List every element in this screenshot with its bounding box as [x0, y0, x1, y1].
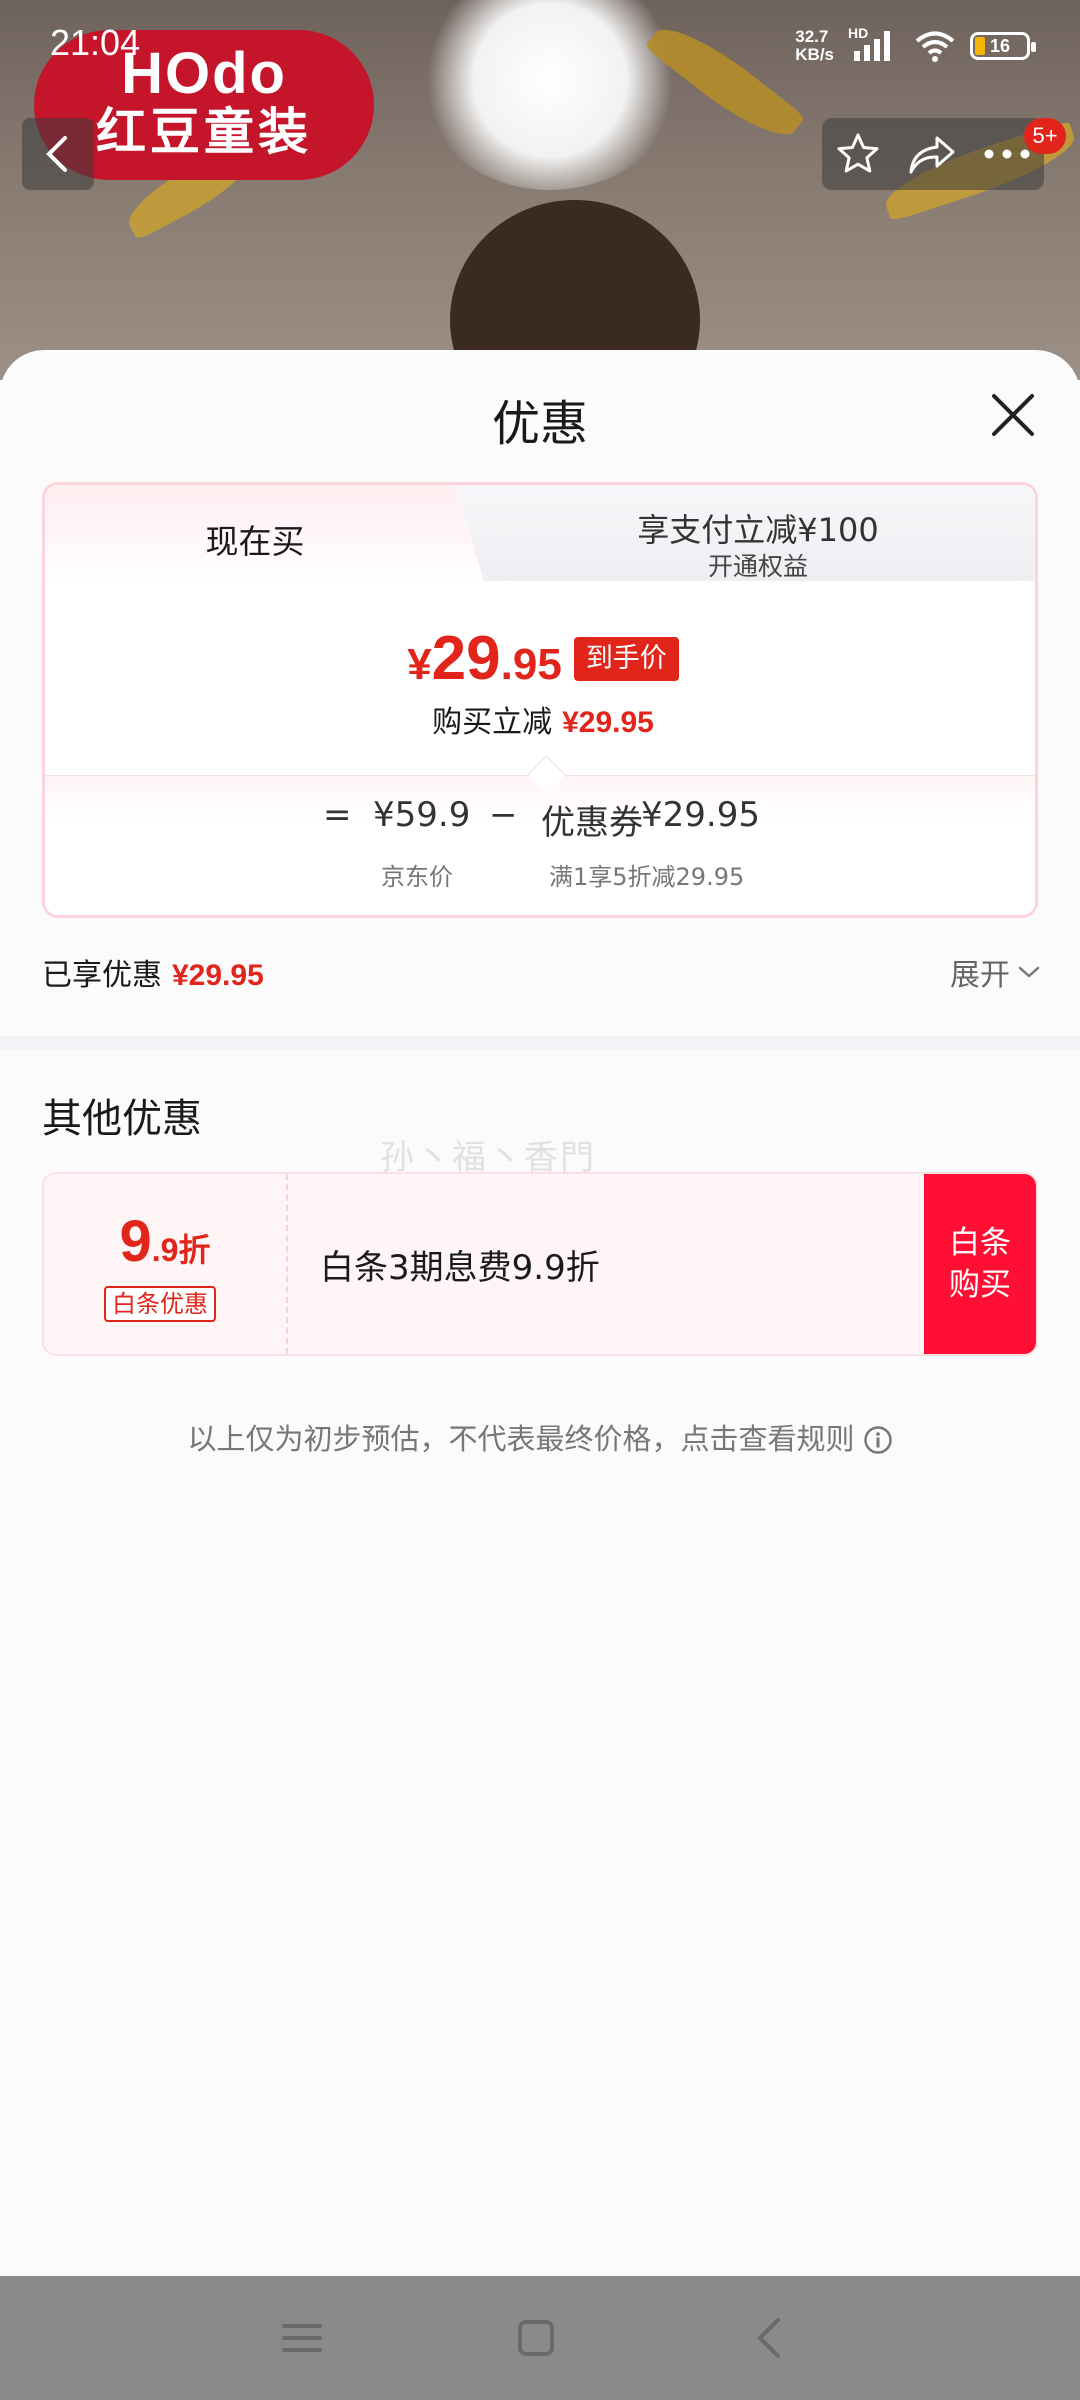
calc-minus: −	[489, 795, 518, 835]
net-speed-value: 32.7	[795, 27, 829, 46]
coupon-rate-small: .9折	[151, 1232, 211, 1268]
coupon-rate: 9.9折	[44, 1208, 286, 1275]
baitiao-buy-label: 白条购买	[949, 1225, 1011, 1303]
back-button[interactable]	[22, 118, 94, 190]
star-icon[interactable]	[835, 131, 881, 177]
calc-equals: =	[323, 795, 352, 835]
coupon-tag: 白条优惠	[104, 1286, 216, 1322]
final-price-decimal: .95	[500, 640, 562, 689]
final-price: ¥29.95	[407, 624, 562, 693]
jd-price-label: 京东价	[381, 863, 453, 891]
battery-level: 16	[989, 36, 1011, 56]
status-icons: 32.7 KB/s HD 16	[795, 25, 1036, 64]
info-icon	[863, 1426, 892, 1454]
final-price-row: ¥29.95 到手价	[45, 623, 1035, 694]
expand-label: 展开	[950, 958, 1010, 993]
enjoyed-discount: 已享优惠 ¥29.95	[42, 950, 264, 994]
discount-sheet: 优惠 享支付立减¥100 开通权益 现在买 ¥29.95 到手价 购买立减 ¥29.…	[0, 350, 1080, 2275]
wifi-icon	[915, 31, 955, 62]
disclaimer[interactable]: 以上仅为初步预估，不代表最终价格，点击查看规则	[0, 1416, 1080, 1458]
coupon-rate-big: 9	[119, 1209, 152, 1274]
enjoyed-label: 已享优惠	[42, 958, 162, 993]
home-icon[interactable]	[514, 2316, 558, 2360]
jd-price: ¥59.9	[373, 795, 471, 835]
chevron-down-icon	[1018, 966, 1040, 978]
reduce-row: 购买立减 ¥29.95	[45, 697, 1035, 741]
reduce-amount: ¥29.95	[562, 706, 654, 739]
coupon-rule: 满1享5折减29.95	[549, 863, 745, 891]
battery-icon: 16	[970, 32, 1036, 60]
price-card: 享支付立减¥100 开通权益 现在买 ¥29.95 到手价 购买立减 ¥29.95 …	[42, 482, 1038, 918]
status-bar: 21:04 32.7 KB/s HD 16	[0, 0, 1080, 100]
other-discounts-title: 其他优惠	[42, 1096, 202, 1142]
expand-button[interactable]: 展开	[950, 950, 1040, 994]
system-nav-bar	[0, 2276, 1080, 2400]
coupon-label: 优惠券	[541, 803, 643, 843]
close-icon[interactable]	[988, 390, 1038, 440]
share-icon[interactable]	[907, 132, 957, 176]
coupon-description: 白条3期息费9.9折	[320, 1248, 600, 1288]
menu-icon[interactable]	[280, 2316, 324, 2360]
final-price-tag: 到手价	[573, 637, 679, 681]
tab-pay-discount-sub: 开通权益	[707, 552, 808, 581]
signal-icon: HD	[848, 25, 900, 63]
enjoyed-amount: ¥29.95	[172, 959, 264, 992]
net-speed: 32.7 KB/s	[795, 28, 834, 64]
baitiao-buy-button[interactable]: 白条购买	[924, 1174, 1036, 1354]
baitiao-coupon-card: 9.9折 白条优惠 白条3期息费9.9折 白条购买	[42, 1172, 1038, 1356]
net-speed-unit: KB/s	[795, 45, 834, 64]
status-time: 21:04	[50, 22, 141, 63]
more-icon[interactable]	[983, 147, 1031, 161]
final-price-integer: 29	[431, 624, 501, 693]
tab-pay-discount-label: 享支付立减¥100	[637, 511, 879, 549]
back-nav-icon[interactable]	[748, 2316, 792, 2360]
top-actions	[822, 118, 1044, 190]
reduce-label: 购买立减	[432, 705, 553, 740]
final-price-yen: ¥	[407, 640, 432, 689]
sheet-title: 优惠	[491, 396, 588, 452]
section-divider	[0, 1036, 1080, 1050]
coupon-value: ¥29.95	[641, 795, 760, 835]
message-badge: 5+	[1024, 118, 1066, 154]
disclaimer-text: 以上仅为初步预估，不代表最终价格，点击查看规则	[187, 1422, 855, 1456]
tab-buy-now-label: 现在买	[205, 522, 305, 561]
coupon-rate-area: 9.9折 白条优惠	[44, 1174, 288, 1354]
chevron-left-icon	[46, 136, 67, 172]
